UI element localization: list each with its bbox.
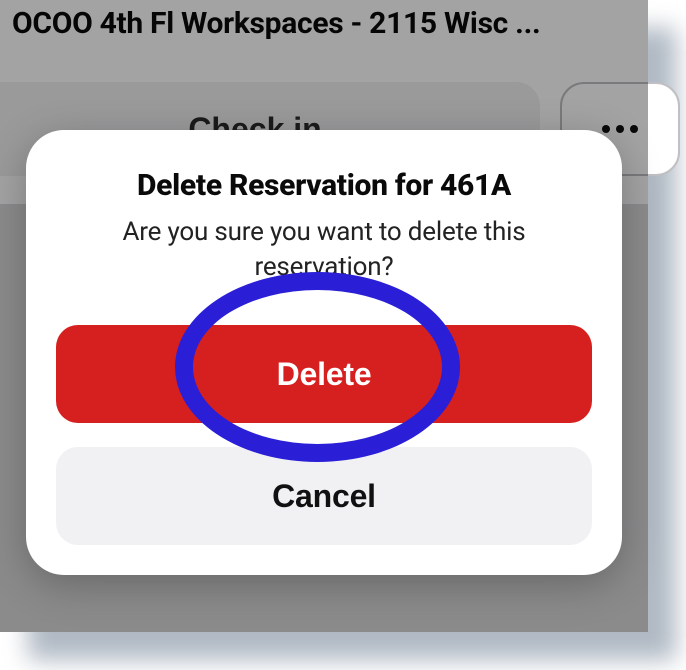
- cancel-button-label: Cancel: [272, 478, 376, 515]
- delete-button-label: Delete: [277, 356, 372, 393]
- cancel-button[interactable]: Cancel: [56, 447, 592, 545]
- delete-confirm-dialog: Delete Reservation for 461A Are you sure…: [26, 130, 622, 575]
- dialog-title: Delete Reservation for 461A: [56, 168, 592, 203]
- delete-button[interactable]: Delete: [56, 325, 592, 423]
- dialog-message: Are you sure you want to delete this res…: [56, 215, 592, 285]
- app-screen: OCOO 4th Fl Workspaces - 2115 Wisc ... C…: [0, 0, 648, 632]
